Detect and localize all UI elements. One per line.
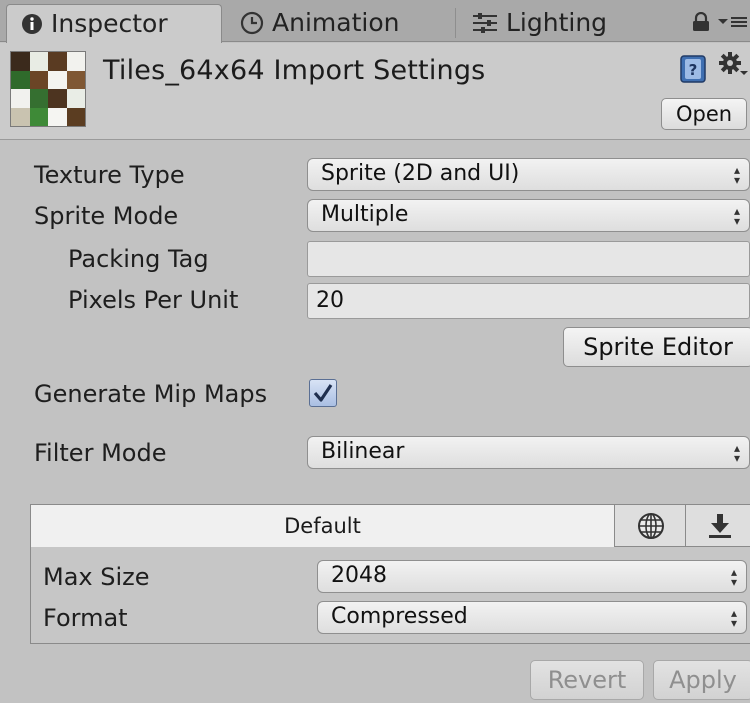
dropdown-arrows-icon: ▴ ▾: [730, 564, 737, 589]
panel-menu-icon[interactable]: [716, 14, 748, 33]
texture-preview-thumbnail: [10, 51, 86, 127]
tab-lighting-label: Lighting: [506, 8, 608, 37]
tab-lighting[interactable]: Lighting: [472, 4, 607, 42]
sprite-editor-button[interactable]: Sprite Editor: [563, 327, 750, 367]
tab-inspector[interactable]: Inspector: [6, 4, 222, 43]
packing-tag-input[interactable]: [307, 241, 750, 277]
info-icon: [21, 13, 43, 35]
tab-divider: [455, 8, 456, 38]
dropdown-arrows-icon: ▴ ▾: [733, 203, 740, 228]
tab-animation[interactable]: Animation: [240, 4, 399, 42]
texture-type-value: Sprite (2D and UI): [321, 161, 520, 186]
clock-icon: [240, 11, 264, 35]
svg-text:?: ?: [689, 61, 698, 79]
asset-title: Tiles_64x64 Import Settings: [103, 55, 486, 86]
tab-web-platform[interactable]: [616, 505, 686, 547]
sprite-mode-value: Multiple: [321, 202, 409, 227]
filter-mode-dropdown[interactable]: Bilinear ▴ ▾: [307, 436, 750, 469]
max-size-value: 2048: [331, 563, 387, 588]
open-button[interactable]: Open: [661, 98, 747, 130]
window-tab-bar: Inspector Animation Lighting: [0, 0, 750, 43]
generate-mip-maps-checkbox[interactable]: [309, 379, 337, 407]
dropdown-arrows-icon: ▴ ▾: [730, 605, 737, 630]
lock-icon[interactable]: [692, 11, 710, 36]
sliders-icon: [472, 12, 498, 34]
inspector-header: Tiles_64x64 Import Settings ? Open: [0, 43, 750, 140]
dropdown-arrows-icon: ▴ ▾: [733, 440, 740, 465]
texture-type-label: Texture Type: [34, 161, 185, 189]
tab-animation-label: Animation: [272, 8, 400, 37]
format-dropdown[interactable]: Compressed ▴ ▾: [317, 601, 747, 634]
sprite-mode-label: Sprite Mode: [34, 202, 179, 230]
filter-mode-value: Bilinear: [321, 439, 405, 464]
format-value: Compressed: [331, 604, 468, 629]
tab-download-platform[interactable]: [687, 505, 750, 547]
filter-mode-label: Filter Mode: [34, 439, 167, 467]
platform-settings-box: Default Max Size 2048 ▴ ▾ Format Compress…: [30, 504, 750, 644]
sprite-mode-dropdown[interactable]: Multiple ▴ ▾: [307, 199, 750, 232]
pixels-per-unit-input[interactable]: 20: [307, 283, 750, 319]
globe-icon: [637, 513, 664, 539]
revert-button[interactable]: Revert: [530, 660, 644, 700]
tab-inspector-label: Inspector: [51, 9, 168, 38]
platform-tabs: Default: [31, 505, 750, 547]
packing-tag-label: Packing Tag: [68, 245, 209, 273]
download-icon: [709, 514, 731, 538]
texture-type-dropdown[interactable]: Sprite (2D and UI) ▴ ▾: [307, 158, 750, 191]
settings-gear-icon[interactable]: [718, 51, 748, 85]
max-size-label: Max Size: [43, 563, 150, 591]
dropdown-arrows-icon: ▴ ▾: [733, 162, 740, 187]
help-book-icon[interactable]: ?: [680, 55, 706, 87]
checkmark-icon: [313, 384, 333, 402]
format-label: Format: [43, 604, 128, 632]
pixels-per-unit-label: Pixels Per Unit: [68, 286, 239, 314]
apply-button[interactable]: Apply: [653, 660, 750, 700]
max-size-dropdown[interactable]: 2048 ▴ ▾: [317, 560, 747, 593]
generate-mip-maps-label: Generate Mip Maps: [34, 380, 268, 408]
tab-default-platform[interactable]: Default: [31, 505, 615, 547]
